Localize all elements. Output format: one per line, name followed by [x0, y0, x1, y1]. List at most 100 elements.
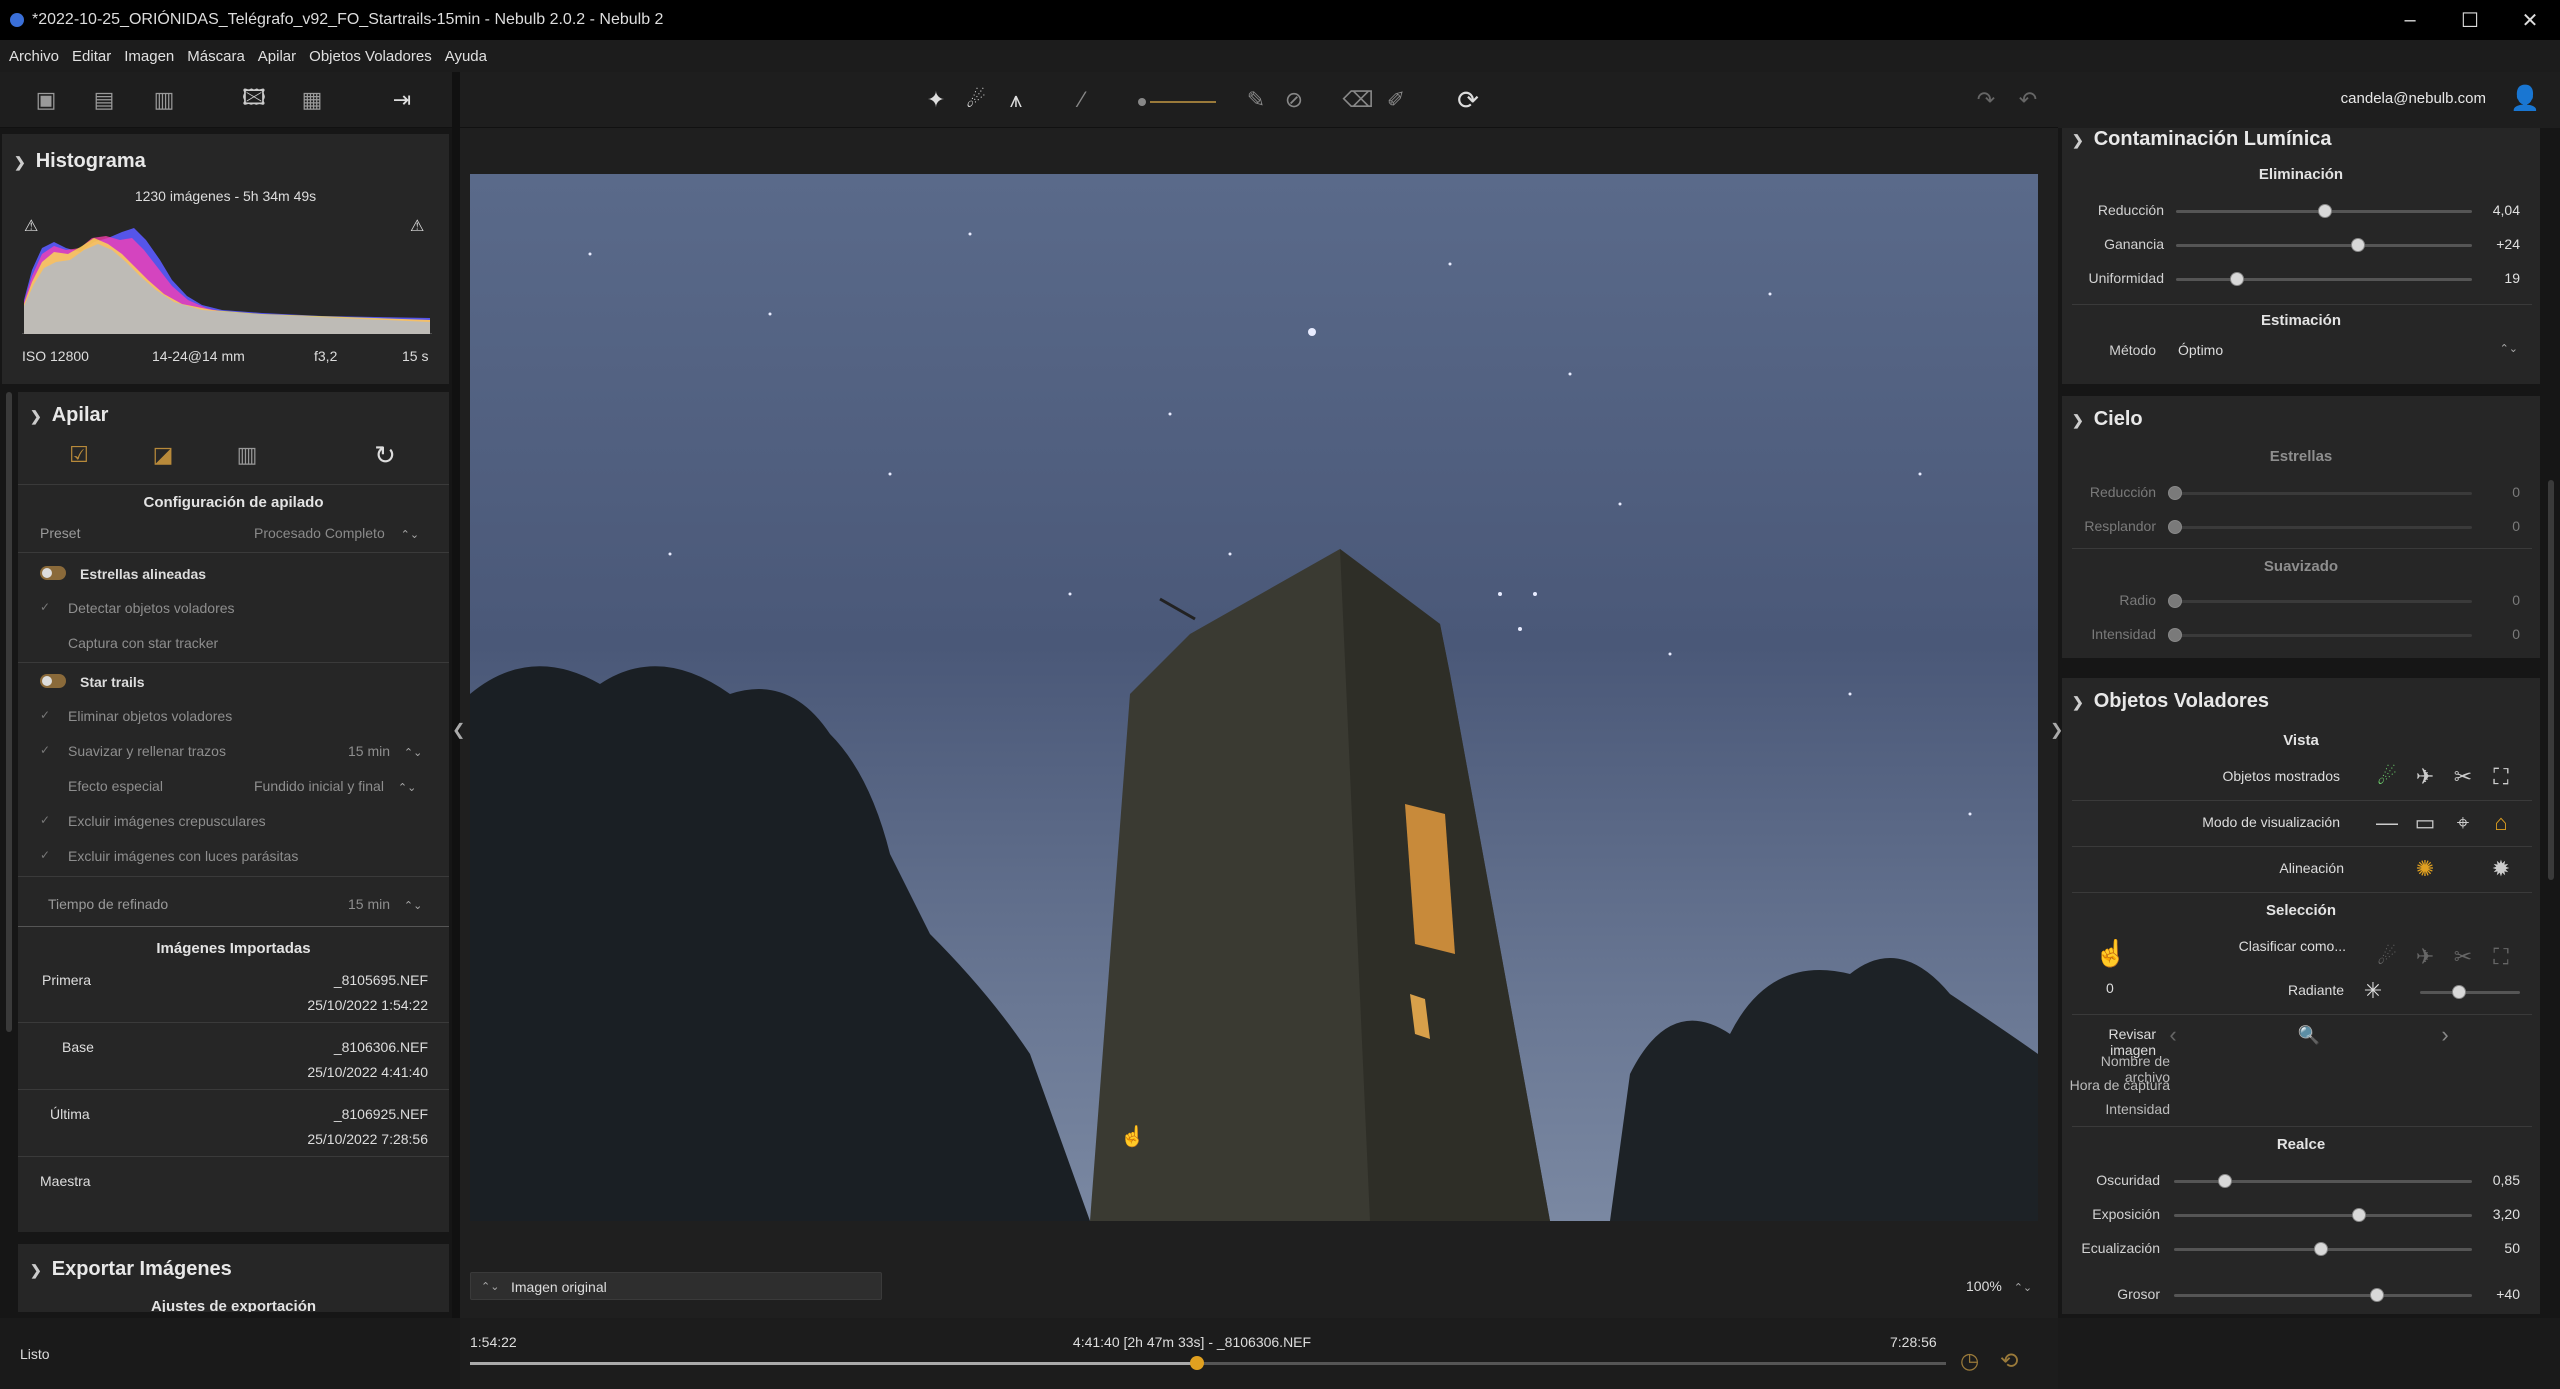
- brush-size-slider[interactable]: [1150, 101, 1216, 103]
- radiant-icon[interactable]: ✳: [2358, 976, 2388, 1006]
- close-button[interactable]: ✕: [2500, 0, 2560, 40]
- smudge-icon[interactable]: ✐: [1380, 84, 1412, 116]
- smooth-fill-select[interactable]: 15 min ⌃⌄: [348, 743, 422, 759]
- refine-time-select[interactable]: 15 min ⌃⌄: [348, 896, 422, 912]
- brush-icon[interactable]: ✎: [1240, 84, 1272, 116]
- refresh-icon[interactable]: ⟳: [1452, 84, 1484, 116]
- thickness-knob[interactable]: [2370, 1288, 2384, 1302]
- preset-select[interactable]: Procesado Completo ⌃⌄: [254, 525, 419, 541]
- histogram-header[interactable]: ❯ Histograma: [14, 150, 146, 173]
- prev-image-icon[interactable]: ‹: [2158, 1020, 2188, 1050]
- minimize-button[interactable]: –: [2380, 0, 2440, 40]
- show-other-icon[interactable]: ⛶: [2486, 762, 2516, 792]
- image-icon[interactable]: 🖾: [238, 84, 270, 116]
- menu-apilar[interactable]: Apilar: [258, 48, 296, 65]
- brush-size-knob[interactable]: [1138, 98, 1146, 106]
- display-box-icon[interactable]: ▭: [2410, 808, 2440, 838]
- collapse-left-icon[interactable]: ❮: [452, 720, 465, 740]
- lp-reduction-knob[interactable]: [2318, 204, 2332, 218]
- classify-satellite-icon[interactable]: ✂: [2448, 942, 2478, 972]
- zoom-select[interactable]: 100% ⌃⌄: [1966, 1278, 2032, 1294]
- user-account-icon[interactable]: 👤: [2510, 84, 2540, 113]
- sky-glow-knob[interactable]: [2168, 520, 2182, 534]
- stars-tool-icon[interactable]: ✦: [920, 84, 952, 116]
- timeline-knob[interactable]: [1190, 1356, 1204, 1370]
- aligned-stars-toggle[interactable]: [40, 566, 66, 580]
- milky-way-tool-icon[interactable]: ☄: [960, 84, 992, 116]
- display-camera-icon[interactable]: ⌂: [2486, 808, 2516, 838]
- radiant-slider[interactable]: [2420, 991, 2520, 994]
- special-effect-select[interactable]: Fundido inicial y final ⌃⌄: [254, 778, 416, 794]
- flying-header[interactable]: ❯ Objetos Voladores: [2072, 690, 2269, 713]
- save-project-icon[interactable]: ▥: [148, 84, 180, 116]
- copy-icon[interactable]: ▦: [296, 84, 328, 116]
- export-header[interactable]: ❯ Exportar Imágenes: [30, 1258, 232, 1281]
- star-trails-toggle[interactable]: [40, 674, 66, 688]
- export-icon[interactable]: ⇥: [386, 84, 418, 116]
- mask-brush-icon[interactable]: ⊘: [1278, 84, 1310, 116]
- timelapse-icon[interactable]: ◷: [1960, 1348, 1979, 1374]
- lp-uniformity-slider[interactable]: [2176, 278, 2472, 281]
- star-tracker-checkbox[interactable]: [40, 635, 54, 649]
- alignment-raw-icon[interactable]: ✹: [2486, 854, 2516, 884]
- display-line-icon[interactable]: —: [2372, 808, 2402, 838]
- open-project-icon[interactable]: ▤: [88, 84, 120, 116]
- sky-glow-slider[interactable]: [2174, 526, 2472, 529]
- display-target-icon[interactable]: ⌖: [2448, 808, 2478, 838]
- smooth-fill-checkbox[interactable]: ✓: [40, 743, 54, 757]
- equalization-knob[interactable]: [2314, 1242, 2328, 1256]
- detect-flying-checkbox[interactable]: ✓: [40, 600, 54, 614]
- special-effect-checkbox[interactable]: [40, 778, 54, 792]
- thickness-slider[interactable]: [2174, 1294, 2472, 1297]
- exposure-knob[interactable]: [2352, 1208, 2366, 1222]
- stack-image-icon[interactable]: ◪: [148, 440, 178, 470]
- darkness-knob[interactable]: [2218, 1174, 2232, 1188]
- radiant-knob[interactable]: [2452, 985, 2466, 999]
- exclude-parasitic-checkbox[interactable]: ✓: [40, 848, 54, 862]
- light-pollution-header[interactable]: ❯ Contaminación Lumínica: [2072, 128, 2332, 151]
- next-image-icon[interactable]: ›: [2430, 1020, 2460, 1050]
- exposure-slider[interactable]: [2174, 1214, 2472, 1217]
- magic-wand-icon[interactable]: ⁄: [1066, 84, 1098, 116]
- history-icon[interactable]: ⟲: [2000, 1348, 2018, 1374]
- landscape-tool-icon[interactable]: ⩚: [1000, 84, 1032, 116]
- show-plane-icon[interactable]: ✈: [2410, 762, 2440, 792]
- redo-icon[interactable]: ↷: [1970, 84, 2002, 116]
- right-scrollbar[interactable]: [2548, 480, 2554, 880]
- sky-reduction-knob[interactable]: [2168, 486, 2182, 500]
- stack-header[interactable]: ❯ Apilar: [30, 404, 108, 427]
- menu-editar[interactable]: Editar: [72, 48, 111, 65]
- classify-other-icon[interactable]: ⛶: [2486, 942, 2516, 972]
- stack-frames-icon[interactable]: ▥: [232, 440, 262, 470]
- sky-intensity-slider[interactable]: [2174, 634, 2472, 637]
- user-email[interactable]: candela@nebulb.com: [2341, 90, 2486, 107]
- view-mode-select[interactable]: ⌃⌄ Imagen original: [470, 1272, 882, 1300]
- menu-ayuda[interactable]: Ayuda: [445, 48, 487, 65]
- sky-reduction-slider[interactable]: [2174, 492, 2472, 495]
- menu-archivo[interactable]: Archivo: [9, 48, 59, 65]
- sky-radius-slider[interactable]: [2174, 600, 2472, 603]
- maximize-button[interactable]: ☐: [2440, 0, 2500, 40]
- menu-imagen[interactable]: Imagen: [124, 48, 174, 65]
- left-scrollbar[interactable]: [6, 392, 12, 1032]
- undo-icon[interactable]: ↶: [2012, 84, 2044, 116]
- lp-uniformity-knob[interactable]: [2230, 272, 2244, 286]
- sky-intensity-knob[interactable]: [2168, 628, 2182, 642]
- sky-header[interactable]: ❯ Cielo: [2072, 408, 2143, 431]
- show-meteor-icon[interactable]: ☄: [2372, 762, 2402, 792]
- stack-checklist-icon[interactable]: ☑: [64, 440, 94, 470]
- eraser-icon[interactable]: ⌫: [1342, 84, 1374, 116]
- alignment-aligned-icon[interactable]: ✺: [2410, 854, 2440, 884]
- classify-meteor-icon[interactable]: ☄: [2372, 942, 2402, 972]
- menu-mascara[interactable]: Máscara: [187, 48, 245, 65]
- inspect-image-icon[interactable]: 🔍: [2294, 1020, 2324, 1050]
- lp-gain-slider[interactable]: [2176, 244, 2472, 247]
- new-project-icon[interactable]: ▣: [30, 84, 62, 116]
- lp-gain-knob[interactable]: [2351, 238, 2365, 252]
- collapse-right-icon[interactable]: ❯: [2050, 720, 2063, 740]
- exclude-twilight-checkbox[interactable]: ✓: [40, 813, 54, 827]
- show-satellite-icon[interactable]: ✂: [2448, 762, 2478, 792]
- astro-photo[interactable]: [470, 174, 2038, 1221]
- method-select[interactable]: Óptimo ⌃⌄: [2178, 342, 2518, 358]
- reset-icon[interactable]: ↻: [370, 440, 400, 470]
